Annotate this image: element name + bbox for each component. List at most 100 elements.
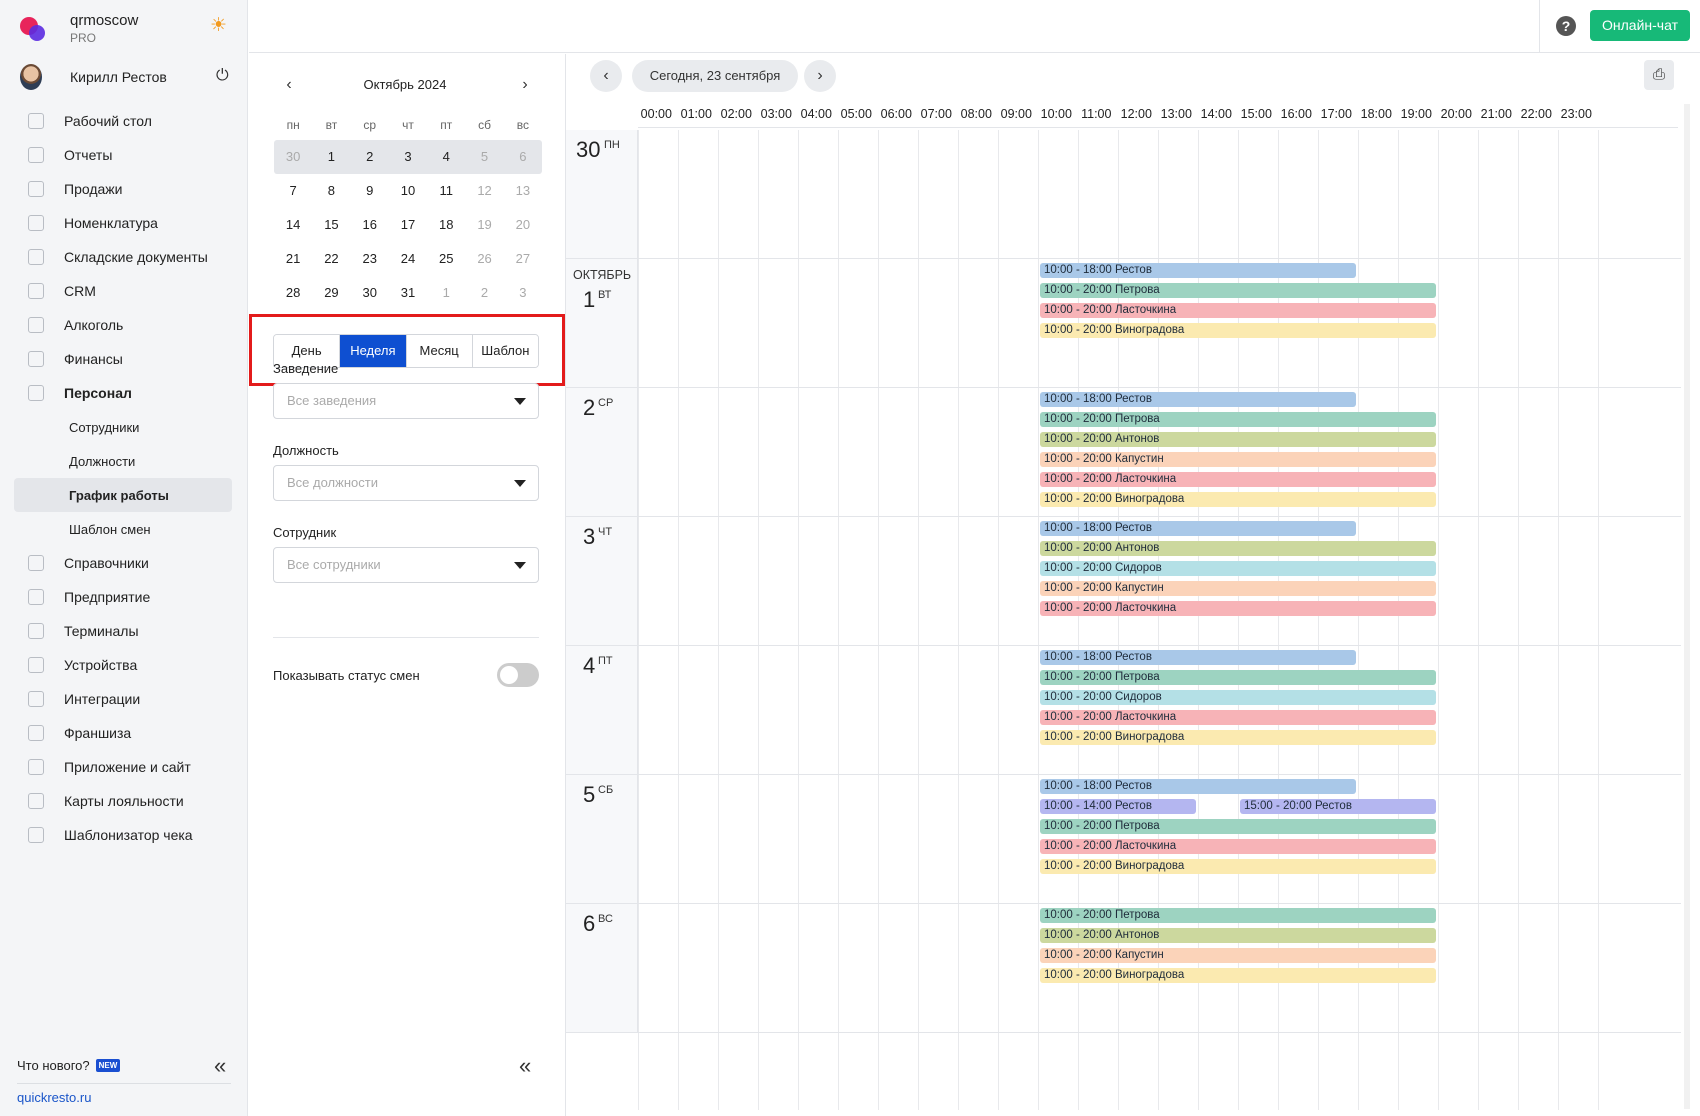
- sidebar-item[interactable]: Рабочий стол: [14, 104, 232, 138]
- sidebar-item[interactable]: Продажи: [14, 172, 232, 206]
- sidebar-item[interactable]: Предприятие: [14, 580, 232, 614]
- sidebar-item[interactable]: Номенклатура: [14, 206, 232, 240]
- shift-bar[interactable]: 10:00 - 20:00 Виноградова: [1040, 859, 1436, 874]
- next-week-button[interactable]: ›: [804, 60, 836, 92]
- user-profile[interactable]: Кирилл Рестов ⏻: [20, 64, 232, 90]
- sidebar-item[interactable]: Финансы: [14, 342, 232, 376]
- sidebar-item[interactable]: Устройства: [14, 648, 232, 682]
- view-button[interactable]: Неделя: [340, 335, 407, 367]
- shift-bar[interactable]: 10:00 - 18:00 Рестов: [1040, 650, 1356, 665]
- shift-bar[interactable]: 10:00 - 14:00 Рестов: [1040, 799, 1196, 814]
- calendar-day[interactable]: 23: [351, 242, 389, 276]
- calendar-next-month-icon[interactable]: ›: [517, 76, 533, 94]
- venue-select[interactable]: Все заведения: [273, 383, 539, 419]
- calendar-day[interactable]: 2: [465, 276, 503, 310]
- shift-bar[interactable]: 10:00 - 18:00 Рестов: [1040, 521, 1356, 536]
- calendar-day[interactable]: 24: [389, 242, 427, 276]
- calendar-day[interactable]: 6: [504, 140, 542, 174]
- calendar-day[interactable]: 12: [465, 174, 503, 208]
- sidebar-item[interactable]: Справочники: [14, 546, 232, 580]
- sidebar-item[interactable]: Отчеты: [14, 138, 232, 172]
- calendar-day[interactable]: 15: [312, 208, 350, 242]
- shift-bar[interactable]: 10:00 - 20:00 Антонов: [1040, 432, 1436, 447]
- sidebar-item[interactable]: Интеграции: [14, 682, 232, 716]
- quickresto-link[interactable]: quickresto.ru: [17, 1090, 91, 1105]
- calendar-day[interactable]: 27: [504, 242, 542, 276]
- calendar-day[interactable]: 10: [389, 174, 427, 208]
- sidebar-subitem[interactable]: Шаблон смен: [14, 512, 232, 546]
- sidebar-item[interactable]: Персонал: [14, 376, 232, 410]
- collapse-sidebar-icon[interactable]: «: [214, 1055, 226, 1077]
- sidebar-item[interactable]: Складские документы: [14, 240, 232, 274]
- calendar-day[interactable]: 7: [274, 174, 312, 208]
- vertical-scrollbar[interactable]: [1684, 104, 1690, 1109]
- today-button[interactable]: Сегодня, 23 сентября: [632, 60, 798, 92]
- position-select[interactable]: Все должности: [273, 465, 539, 501]
- shift-bar[interactable]: 10:00 - 20:00 Капустин: [1040, 452, 1436, 467]
- sidebar-item[interactable]: Терминалы: [14, 614, 232, 648]
- print-icon[interactable]: ⎙: [1644, 60, 1674, 90]
- shift-bar[interactable]: 10:00 - 20:00 Сидоров: [1040, 561, 1436, 576]
- calendar-day[interactable]: 2: [351, 140, 389, 174]
- calendar-day[interactable]: 4: [427, 140, 465, 174]
- sidebar-item[interactable]: Франшиза: [14, 716, 232, 750]
- calendar-day[interactable]: 22: [312, 242, 350, 276]
- sidebar-item[interactable]: CRM: [14, 274, 232, 308]
- shift-bar[interactable]: 10:00 - 20:00 Виноградова: [1040, 730, 1436, 745]
- calendar-day[interactable]: 5: [465, 140, 503, 174]
- calendar-day[interactable]: 19: [465, 208, 503, 242]
- calendar-day[interactable]: 21: [274, 242, 312, 276]
- calendar-day[interactable]: 20: [504, 208, 542, 242]
- calendar-day[interactable]: 25: [427, 242, 465, 276]
- shift-bar[interactable]: 10:00 - 18:00 Рестов: [1040, 263, 1356, 278]
- theme-toggle-sun-icon[interactable]: ☀: [210, 16, 230, 36]
- shift-bar[interactable]: 10:00 - 20:00 Петрова: [1040, 819, 1436, 834]
- calendar-day[interactable]: 28: [274, 276, 312, 310]
- view-button[interactable]: Шаблон: [472, 335, 538, 367]
- shift-bar[interactable]: 10:00 - 20:00 Ласточкина: [1040, 472, 1436, 487]
- calendar-day[interactable]: 8: [312, 174, 350, 208]
- calendar-day[interactable]: 16: [351, 208, 389, 242]
- shift-bar[interactable]: 10:00 - 20:00 Петрова: [1040, 412, 1436, 427]
- calendar-day[interactable]: 26: [465, 242, 503, 276]
- calendar-day[interactable]: 18: [427, 208, 465, 242]
- prev-week-button[interactable]: ‹: [590, 60, 622, 92]
- shift-bar[interactable]: 10:00 - 20:00 Сидоров: [1040, 690, 1436, 705]
- shift-bar[interactable]: 10:00 - 20:00 Ласточкина: [1040, 839, 1436, 854]
- view-button[interactable]: Месяц: [406, 335, 473, 367]
- shift-bar[interactable]: 10:00 - 20:00 Петрова: [1040, 908, 1436, 923]
- logout-power-icon[interactable]: ⏻: [216, 68, 232, 84]
- shift-bar[interactable]: 10:00 - 20:00 Петрова: [1040, 283, 1436, 298]
- shift-bar[interactable]: 10:00 - 20:00 Виноградова: [1040, 968, 1436, 983]
- whats-new-link[interactable]: Что нового? NEW: [17, 1058, 121, 1073]
- shift-bar[interactable]: 10:00 - 20:00 Капустин: [1040, 948, 1436, 963]
- calendar-day[interactable]: 3: [504, 276, 542, 310]
- calendar-day[interactable]: 3: [389, 140, 427, 174]
- calendar-day[interactable]: 30: [351, 276, 389, 310]
- help-icon[interactable]: ?: [1556, 16, 1576, 36]
- sidebar-item[interactable]: Приложение и сайт: [14, 750, 232, 784]
- calendar-day[interactable]: 1: [427, 276, 465, 310]
- sidebar-item[interactable]: Карты лояльности: [14, 784, 232, 818]
- calendar-day[interactable]: 30: [274, 140, 312, 174]
- shift-bar[interactable]: 10:00 - 20:00 Антонов: [1040, 541, 1436, 556]
- sidebar-subitem[interactable]: Должности: [14, 444, 232, 478]
- collapse-panel-icon[interactable]: «: [519, 1055, 531, 1077]
- calendar-day[interactable]: 13: [504, 174, 542, 208]
- sidebar-subitem[interactable]: Сотрудники: [14, 410, 232, 444]
- shift-bar[interactable]: 10:00 - 20:00 Антонов: [1040, 928, 1436, 943]
- calendar-day[interactable]: 31: [389, 276, 427, 310]
- calendar-day[interactable]: 14: [274, 208, 312, 242]
- shift-bar[interactable]: 10:00 - 20:00 Ласточкина: [1040, 601, 1436, 616]
- shift-bar[interactable]: 10:00 - 20:00 Виноградова: [1040, 492, 1436, 507]
- employee-select[interactable]: Все сотрудники: [273, 547, 539, 583]
- sidebar-item[interactable]: Шаблонизатор чека: [14, 818, 232, 852]
- calendar-day[interactable]: 17: [389, 208, 427, 242]
- shift-bar[interactable]: 10:00 - 18:00 Рестов: [1040, 779, 1356, 794]
- online-chat-button[interactable]: Онлайн-чат: [1590, 10, 1690, 41]
- shift-bar[interactable]: 10:00 - 20:00 Виноградова: [1040, 323, 1436, 338]
- calendar-day[interactable]: 29: [312, 276, 350, 310]
- shift-status-toggle[interactable]: [497, 663, 539, 687]
- calendar-day[interactable]: 1: [312, 140, 350, 174]
- shift-bar[interactable]: 10:00 - 20:00 Ласточкина: [1040, 710, 1436, 725]
